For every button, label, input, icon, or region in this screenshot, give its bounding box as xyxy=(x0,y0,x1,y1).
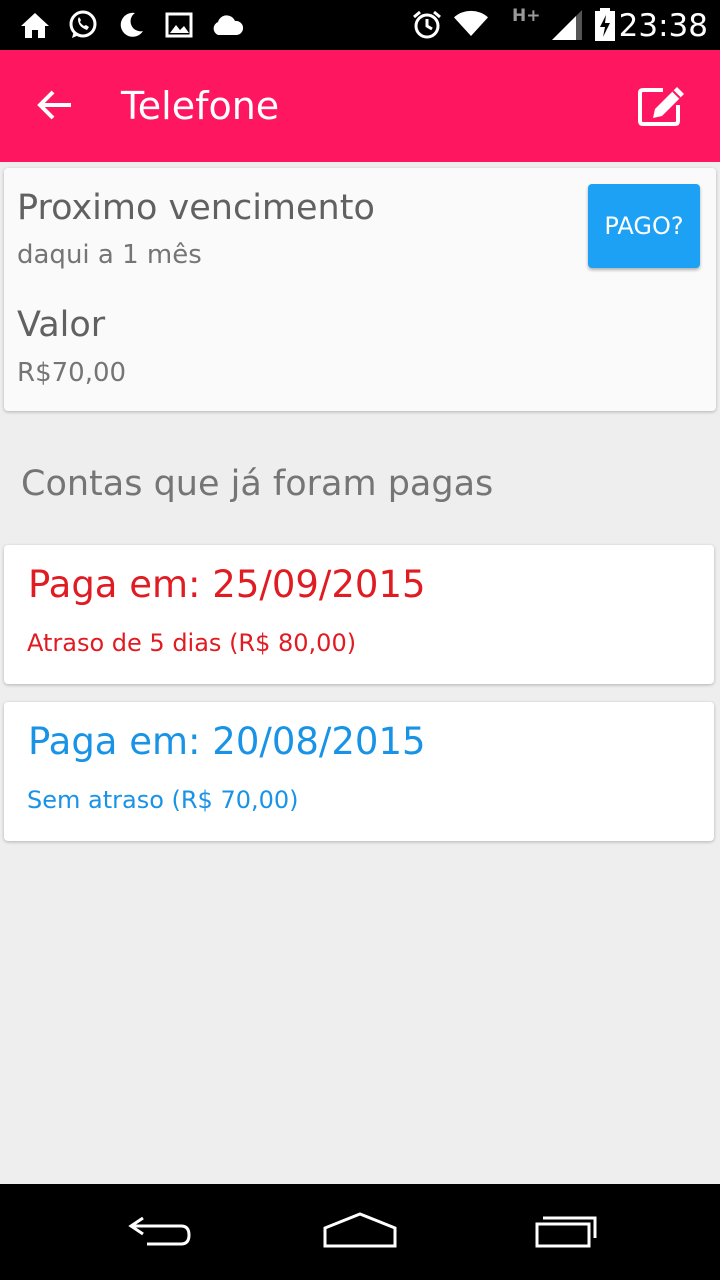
alarm-icon xyxy=(410,8,444,42)
payment-item[interactable]: Paga em: 20/08/2015 Sem atraso (R$ 70,00… xyxy=(4,702,714,841)
system-nav-bar xyxy=(0,1184,720,1280)
edit-icon xyxy=(637,85,687,131)
recents-nav-button[interactable] xyxy=(518,1204,608,1260)
cloud-icon xyxy=(210,8,244,42)
status-time: 23:38 xyxy=(618,8,708,44)
back-nav-button[interactable] xyxy=(115,1204,205,1260)
back-nav-icon xyxy=(125,1210,195,1254)
moon-icon xyxy=(114,8,148,42)
battery-charging-icon xyxy=(588,8,622,42)
arrow-back-icon xyxy=(37,89,73,125)
page-title: Telefone xyxy=(121,84,280,128)
signal-icon xyxy=(550,8,584,42)
payment-item[interactable]: Paga em: 25/09/2015 Atraso de 5 dias (R$… xyxy=(4,545,714,684)
amount-value: R$70,00 xyxy=(17,358,127,388)
back-button[interactable] xyxy=(26,78,84,136)
app-bar: Telefone xyxy=(0,50,720,162)
recents-nav-icon xyxy=(525,1210,601,1254)
paid-history-title: Contas que já foram pagas xyxy=(21,464,494,504)
next-due-label: Proximo vencimento xyxy=(17,188,375,228)
payment-detail: Sem atraso (R$ 70,00) xyxy=(27,786,299,814)
status-bar: H+ 23:38 xyxy=(0,0,720,50)
next-due-value: daqui a 1 mês xyxy=(17,240,202,270)
amount-label: Valor xyxy=(17,305,106,345)
home-nav-button[interactable] xyxy=(315,1204,405,1260)
image-icon xyxy=(162,8,196,42)
edit-button[interactable] xyxy=(632,78,692,138)
home-icon xyxy=(18,8,52,42)
whatsapp-icon xyxy=(66,8,100,42)
payment-date: Paga em: 25/09/2015 xyxy=(28,563,426,606)
paid-button[interactable]: PAGO? xyxy=(588,184,700,268)
home-nav-icon xyxy=(322,1210,398,1254)
network-type-label: H+ xyxy=(512,6,541,26)
payment-detail: Atraso de 5 dias (R$ 80,00) xyxy=(27,629,357,657)
wifi-icon xyxy=(454,8,488,42)
payment-date: Paga em: 20/08/2015 xyxy=(28,720,426,763)
next-due-card: Proximo vencimento daqui a 1 mês Valor R… xyxy=(4,168,716,411)
